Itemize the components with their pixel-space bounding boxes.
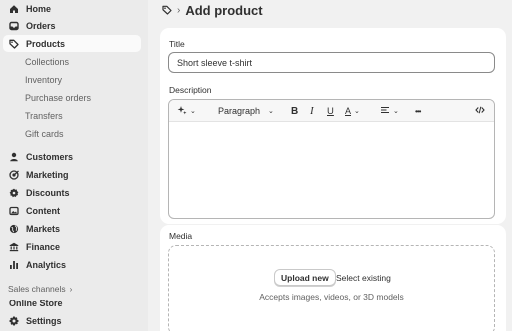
text-color-glyph: A bbox=[345, 106, 352, 116]
product-details-card: Title Short sleeve t-shirt Description ⌄… bbox=[160, 28, 506, 224]
sidebar-item-label: Content bbox=[26, 205, 60, 216]
chevron-down-icon: ⌄ bbox=[268, 108, 274, 115]
sidebar-item-label: Markets bbox=[26, 223, 61, 234]
sidebar-item-discounts[interactable]: Discounts bbox=[3, 184, 141, 201]
sales-channels-label: Sales channels bbox=[8, 284, 66, 294]
sidebar-item-label: Orders bbox=[26, 20, 56, 31]
title-input-value: Short sleeve t-shirt bbox=[177, 57, 253, 68]
sidebar-subitem-transfers[interactable]: Transfers bbox=[25, 108, 63, 123]
sidebar-item-label: Customers bbox=[26, 151, 74, 162]
chevron-down-icon: ⌄ bbox=[190, 108, 196, 115]
paragraph-style-select[interactable]: Paragraph ⌄ bbox=[218, 104, 274, 118]
gear-icon bbox=[9, 316, 19, 326]
code-view-button[interactable] bbox=[475, 104, 485, 118]
sales-channels-heading[interactable]: Sales channels › bbox=[8, 283, 72, 295]
image-icon bbox=[9, 206, 19, 216]
paragraph-style-label: Paragraph bbox=[218, 106, 261, 116]
code-icon bbox=[475, 105, 485, 117]
italic-button[interactable]: I bbox=[310, 104, 314, 118]
sidebar-item-label: Finance bbox=[26, 241, 61, 252]
sparkle-icon bbox=[177, 105, 187, 117]
media-label: Media bbox=[169, 231, 193, 241]
sidebar-item-content[interactable]: Content bbox=[3, 202, 141, 219]
sidebar-item-label: Home bbox=[26, 3, 52, 14]
breadcrumb-separator: › bbox=[177, 5, 181, 16]
chevron-right-icon: › bbox=[69, 284, 73, 294]
more-options-button[interactable]: ••• bbox=[415, 104, 421, 118]
bold-button[interactable]: B bbox=[291, 104, 298, 118]
home-icon bbox=[9, 4, 19, 14]
sidebar-item-label: Settings bbox=[26, 315, 62, 326]
tag-icon[interactable] bbox=[162, 5, 172, 17]
sidebar-item-products[interactable]: Products bbox=[3, 35, 141, 52]
align-left-icon bbox=[380, 105, 390, 117]
title-label: Title bbox=[169, 39, 185, 49]
sidebar-subitem-purchase-orders[interactable]: Purchase orders bbox=[25, 90, 91, 105]
editor-toolbar: ⌄ Paragraph ⌄ B I U A ⌄ ⌄ ••• bbox=[169, 100, 494, 122]
sidebar: Home Orders Products Collections Invento… bbox=[0, 0, 148, 331]
sidebar-subitem-label: Transfers bbox=[25, 110, 63, 121]
sidebar-item-settings[interactable]: Settings bbox=[3, 312, 141, 329]
align-button[interactable]: ⌄ bbox=[380, 104, 399, 118]
tag-icon bbox=[9, 39, 19, 49]
sidebar-item-marketing[interactable]: Marketing bbox=[3, 166, 141, 183]
sidebar-item-label: Discounts bbox=[26, 187, 70, 198]
bar-chart-icon bbox=[9, 260, 19, 270]
media-dropzone[interactable]: Upload new Select existing Accepts image… bbox=[168, 245, 495, 331]
select-existing-label: Select existing bbox=[336, 273, 391, 283]
target-icon bbox=[9, 169, 19, 180]
sidebar-item-finance[interactable]: Finance bbox=[3, 238, 141, 255]
underline-glyph: U bbox=[327, 105, 334, 117]
sidebar-item-online-store[interactable]: Online Store bbox=[9, 300, 63, 308]
sidebar-subitem-label: Purchase orders bbox=[25, 92, 92, 103]
sidebar-item-markets[interactable]: Markets bbox=[3, 220, 141, 237]
main-content: › Add product Title Short sleeve t-shirt… bbox=[148, 0, 512, 331]
sidebar-item-label: Products bbox=[26, 38, 66, 49]
upload-new-label: Upload new bbox=[281, 272, 329, 283]
bold-glyph: B bbox=[291, 105, 299, 117]
bank-icon bbox=[9, 242, 19, 252]
globe-icon bbox=[9, 224, 19, 234]
sidebar-subitem-label: Collections bbox=[25, 56, 70, 67]
chevron-down-icon: ⌄ bbox=[393, 108, 399, 115]
sidebar-item-label: Online Store bbox=[9, 300, 63, 308]
accepted-media-hint: Accepts images, videos, or 3D models bbox=[259, 292, 404, 302]
sidebar-item-label: Analytics bbox=[26, 259, 67, 270]
page-header: › Add product bbox=[162, 2, 263, 19]
underline-button[interactable]: U bbox=[327, 104, 334, 118]
chevron-down-icon: ⌄ bbox=[354, 108, 360, 115]
ai-generate-button[interactable]: ⌄ bbox=[177, 104, 196, 118]
discount-gear-icon bbox=[9, 188, 19, 198]
description-editor[interactable]: ⌄ Paragraph ⌄ B I U A ⌄ ⌄ ••• bbox=[168, 99, 495, 219]
sidebar-subitem-collections[interactable]: Collections bbox=[25, 54, 69, 69]
page-title: Add product bbox=[185, 3, 263, 18]
italic-glyph: I bbox=[310, 105, 314, 117]
text-color-button[interactable]: A ⌄ bbox=[345, 104, 360, 118]
person-icon bbox=[9, 152, 19, 162]
sidebar-item-home[interactable]: Home bbox=[3, 0, 141, 17]
sidebar-subitem-label: Gift cards bbox=[25, 128, 64, 139]
sidebar-subitem-inventory[interactable]: Inventory bbox=[25, 72, 62, 87]
more-glyph: ••• bbox=[415, 106, 421, 116]
sidebar-item-customers[interactable]: Customers bbox=[3, 148, 141, 165]
upload-new-button[interactable]: Upload new bbox=[274, 269, 336, 286]
sidebar-subitem-gift-cards[interactable]: Gift cards bbox=[25, 126, 64, 141]
sidebar-item-orders[interactable]: Orders bbox=[3, 17, 141, 34]
sidebar-item-label: Marketing bbox=[26, 169, 69, 180]
media-card: Media Upload new Select existing Accepts… bbox=[160, 225, 506, 331]
select-existing-button[interactable]: Select existing bbox=[336, 273, 391, 283]
inbox-icon bbox=[9, 21, 19, 31]
description-label: Description bbox=[169, 85, 212, 95]
settings-bar: Settings bbox=[0, 309, 148, 331]
sidebar-item-analytics[interactable]: Analytics bbox=[3, 256, 141, 273]
title-input[interactable]: Short sleeve t-shirt bbox=[168, 52, 495, 73]
sidebar-subitem-label: Inventory bbox=[25, 74, 63, 85]
